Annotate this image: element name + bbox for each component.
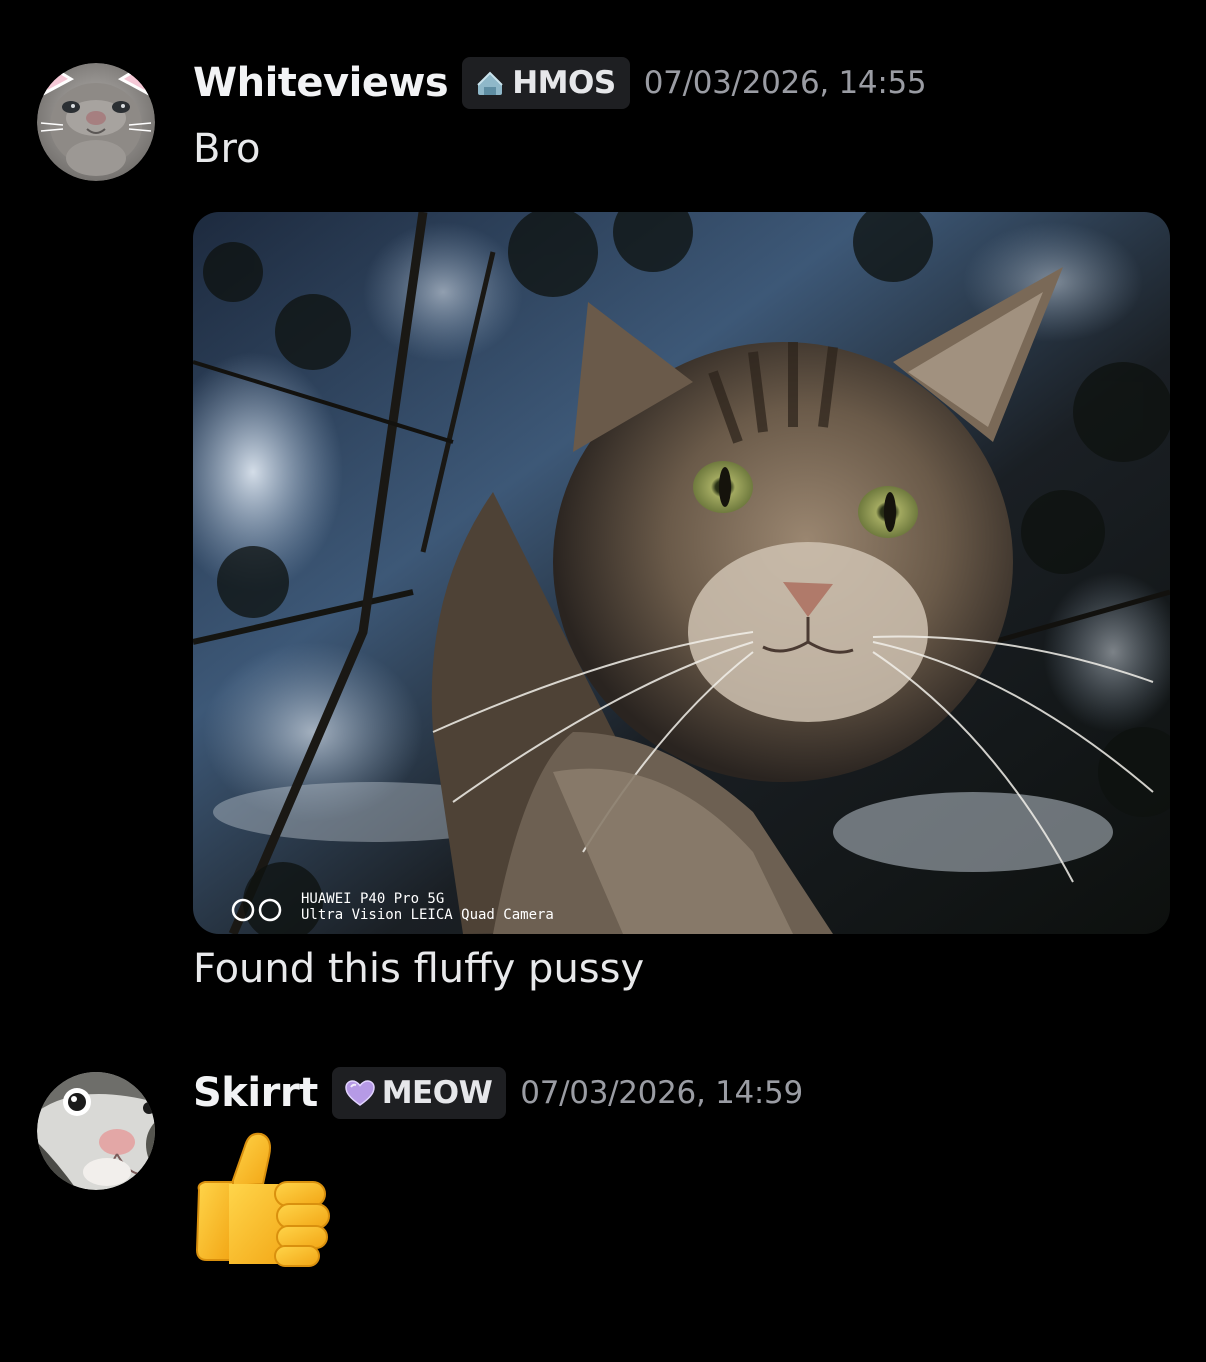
- role-tag[interactable]: MEOW: [331, 1067, 507, 1119]
- message-header: Skirrt MEOW 07/03/2026, 14:59: [193, 1066, 803, 1120]
- avatar[interactable]: [37, 63, 155, 181]
- message-header: Whiteviews HMOS 07/03/2026, 14:55: [193, 56, 927, 110]
- role-tag-label: HMOS: [512, 65, 616, 101]
- thumbs-up-emoji: [193, 1124, 333, 1274]
- username[interactable]: Whiteviews: [193, 60, 449, 106]
- username[interactable]: Skirrt: [193, 1070, 318, 1116]
- purple-heart-icon: [344, 1077, 376, 1109]
- message-text: Bro: [193, 126, 261, 172]
- role-tag[interactable]: HMOS: [462, 57, 630, 109]
- watermark-camera: Ultra Vision LEICA Quad Camera: [301, 907, 554, 923]
- avatar[interactable]: [37, 1072, 155, 1190]
- house-icon: [474, 67, 506, 99]
- timestamp: 07/03/2026, 14:55: [643, 65, 927, 101]
- message-caption: Found this fluffy pussy: [193, 946, 645, 992]
- timestamp: 07/03/2026, 14:59: [520, 1075, 803, 1111]
- chat-message-list: Whiteviews HMOS 07/03/2026, 14:55 Bro HU…: [0, 0, 1206, 1362]
- watermark-model: HUAWEI P40 Pro 5G: [301, 891, 445, 907]
- role-tag-label: MEOW: [381, 1075, 493, 1111]
- image-attachment[interactable]: HUAWEI P40 Pro 5G Ultra Vision LEICA Qua…: [193, 212, 1170, 934]
- camera-watermark-text: HUAWEI P40 Pro 5G Ultra Vision LEICA Qua…: [301, 891, 554, 923]
